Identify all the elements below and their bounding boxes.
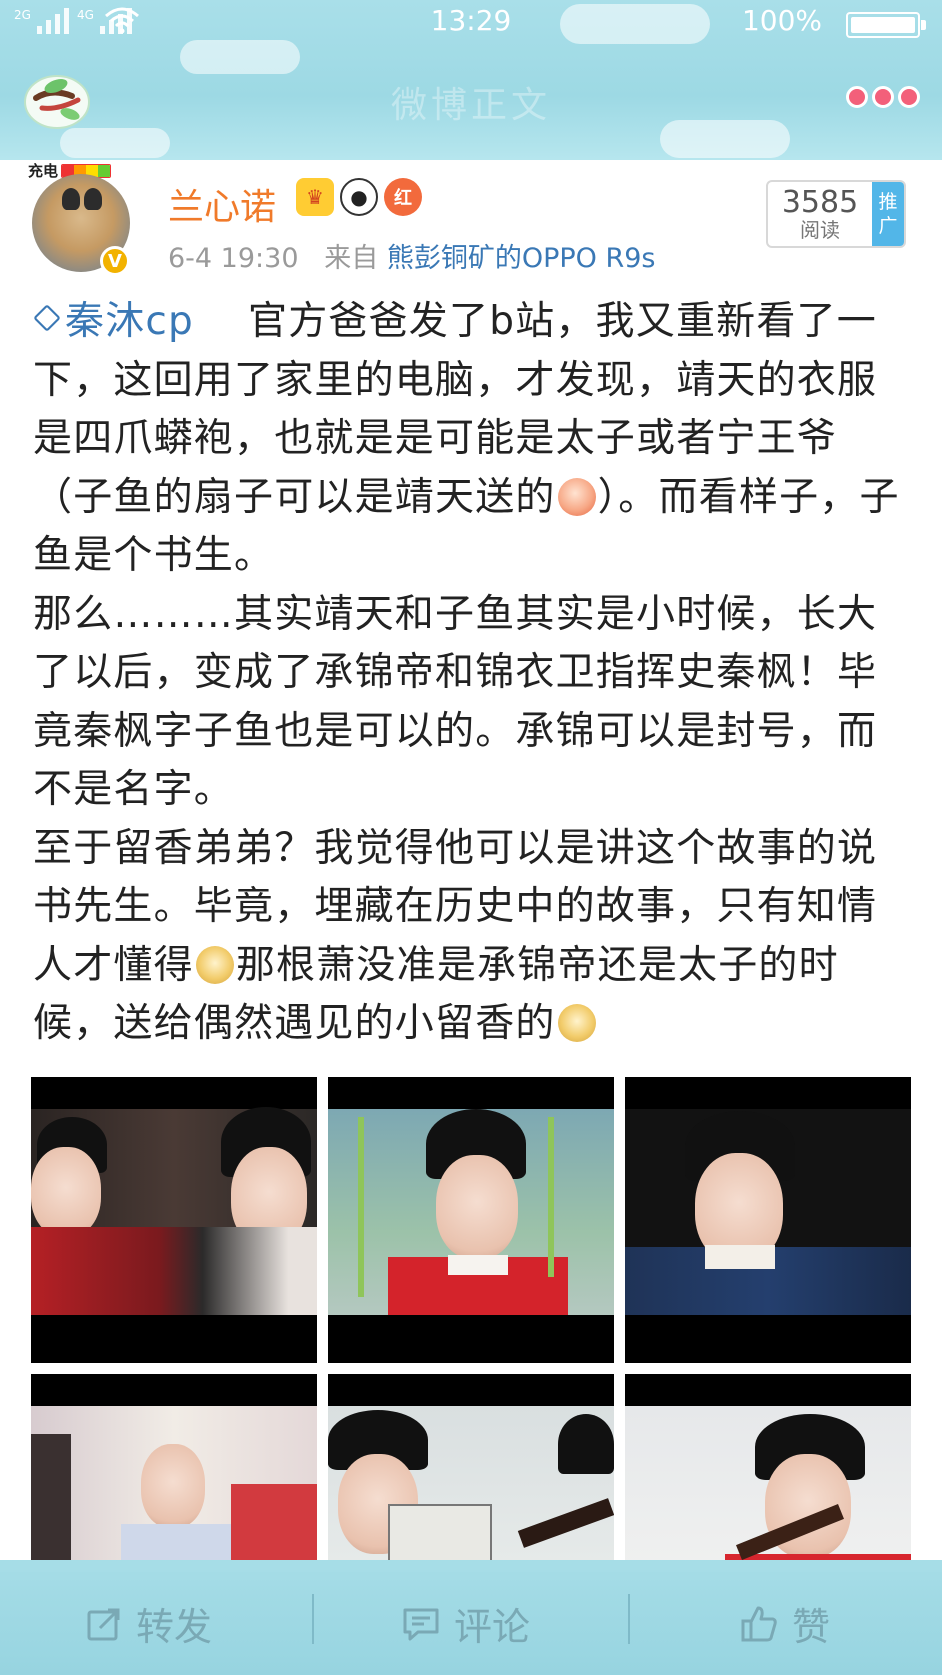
repost-label: 转发 bbox=[136, 1605, 213, 1649]
topic-icon bbox=[33, 304, 61, 332]
bottom-action-bar: 转发 评论 赞 bbox=[0, 1560, 942, 1675]
post-paragraph-1: 秦沐cp 官方爸爸发了b站，我又重新看了一下，这回用了家里的电脑，才发现，靖天的衣… bbox=[33, 293, 913, 586]
divider bbox=[628, 1594, 630, 1644]
topic-label: 秦沐cp bbox=[65, 299, 194, 344]
battery-icon bbox=[846, 12, 926, 38]
crown-icon[interactable]: ♛ bbox=[296, 178, 334, 216]
red-badge-icon[interactable]: 红 bbox=[384, 178, 422, 216]
verified-icon: V bbox=[100, 246, 130, 276]
post-source-link[interactable]: 熊彭铜矿的OPPO R9s bbox=[387, 243, 656, 274]
image-thumbnail-1[interactable] bbox=[31, 1077, 317, 1363]
post-body: 秦沐cp 官方爸爸发了b站，我又重新看了一下，这回用了家里的电脑，才发现，靖天的衣… bbox=[33, 293, 913, 1054]
post-time: 6-4 19:30 bbox=[168, 243, 299, 274]
image-thumbnail-3[interactable] bbox=[625, 1077, 911, 1363]
comment-button[interactable]: 评论 bbox=[402, 1596, 530, 1651]
divider bbox=[312, 1594, 314, 1644]
post-paragraph-2: 那么………其实靖天和子鱼其实是小时候，长大了以后，变成了承锦帝和锦衣卫指挥史秦枫… bbox=[33, 591, 878, 813]
username[interactable]: 兰心诺 bbox=[168, 178, 276, 230]
topic-link[interactable]: 秦沐cp bbox=[33, 299, 194, 344]
app-header: 2G 4G 13:29 100% 微博正文 bbox=[0, 0, 942, 160]
doge-emoji-icon bbox=[195, 945, 234, 984]
post-paragraph-3: 至于留香弟弟？我觉得他可以是讲这个故事的说书先生。毕竟，埋藏在历史中的故事，只有… bbox=[33, 820, 913, 1054]
charge-badge-label: 充电 bbox=[28, 162, 59, 180]
promote-label-1: 推 bbox=[878, 191, 898, 213]
from-label: 来自 bbox=[324, 243, 379, 274]
fan-emoji-icon bbox=[557, 477, 596, 516]
more-options-button[interactable] bbox=[846, 86, 920, 108]
promote-button[interactable]: 推 广 bbox=[872, 182, 904, 246]
share-icon bbox=[86, 1606, 122, 1642]
doge-emoji-icon bbox=[557, 1004, 596, 1042]
comment-label: 评论 bbox=[454, 1605, 531, 1649]
thumbs-up-icon bbox=[740, 1605, 778, 1643]
post-meta: 6-4 19:30 来自 熊彭铜矿的OPPO R9s bbox=[168, 236, 656, 275]
dot-icon bbox=[872, 86, 894, 108]
read-count-number: 3585 bbox=[781, 185, 859, 220]
read-count-label: 阅读 bbox=[800, 218, 840, 242]
like-button[interactable]: 赞 bbox=[740, 1596, 830, 1651]
image-thumbnail-2[interactable] bbox=[328, 1077, 614, 1363]
user-badges: ♛ ● 红 bbox=[296, 178, 422, 216]
battery-percent: 100% bbox=[741, 4, 822, 37]
dot-icon bbox=[898, 86, 920, 108]
cloud-decoration bbox=[180, 40, 300, 74]
promote-label-2: 广 bbox=[878, 215, 898, 237]
panda-icon[interactable]: ● bbox=[340, 178, 378, 216]
cloud-decoration bbox=[60, 128, 170, 158]
dot-icon bbox=[846, 86, 868, 108]
repost-button[interactable]: 转发 bbox=[86, 1596, 212, 1651]
like-label: 赞 bbox=[792, 1605, 831, 1649]
post-header: 充电 V 兰心诺 ♛ ● 红 6-4 19:30 来自 熊彭铜矿的OPPO R9… bbox=[0, 160, 942, 290]
read-count: 3585 阅读 bbox=[768, 182, 872, 246]
status-bar: 2G 4G 13:29 100% bbox=[0, 0, 942, 44]
page-title: 微博正文 bbox=[390, 85, 551, 126]
read-count-box[interactable]: 3585 阅读 推 广 bbox=[766, 180, 906, 248]
comment-icon bbox=[402, 1606, 440, 1642]
